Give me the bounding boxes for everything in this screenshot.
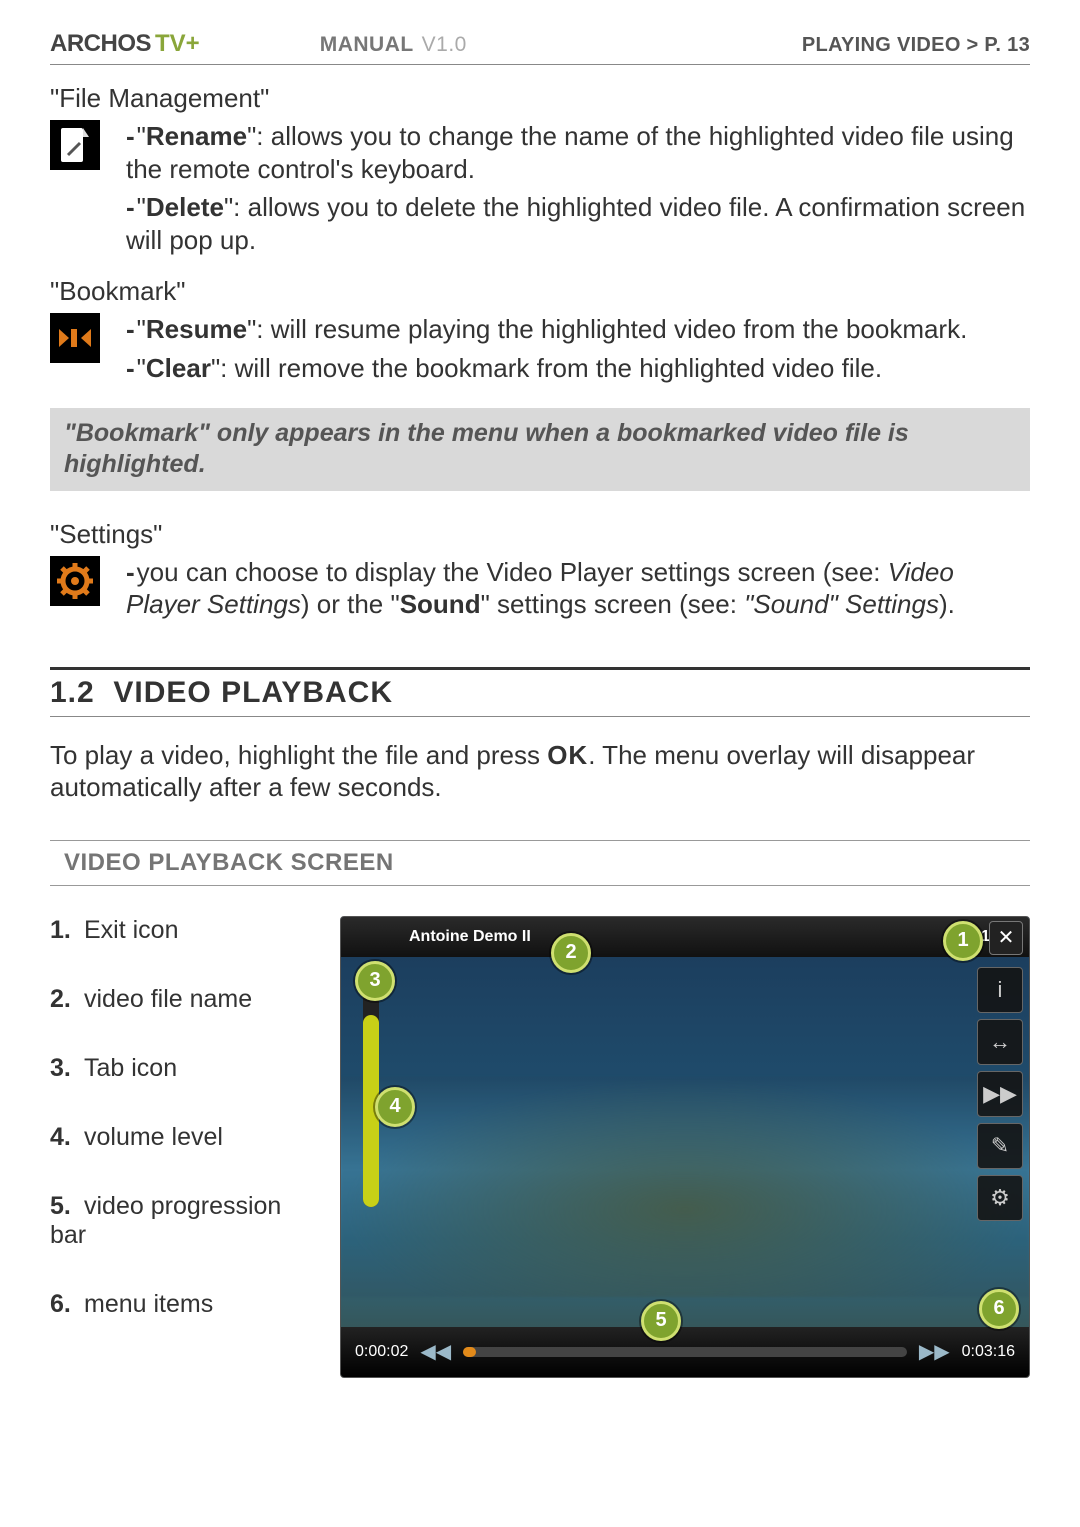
progress-fill (463, 1347, 476, 1357)
divider-thick (50, 667, 1030, 670)
ok-key: OK (547, 740, 588, 770)
rename-item: -"Rename": allows you to change the name… (126, 120, 1030, 185)
info-icon: i (977, 967, 1023, 1013)
callout-1: 1 (943, 921, 983, 961)
rewind-icon: ◀◀ (420, 1339, 451, 1364)
dash-icon: - (126, 121, 135, 151)
rename-text: ": allows you to change the name of the … (126, 121, 1014, 184)
forward-icon: ▶▶ (919, 1339, 950, 1364)
manual-word: MANUAL (320, 33, 414, 56)
page-header: ARCHOS TV+ MANUAL V1.0 PLAYING VIDEO > P… (50, 30, 1030, 65)
settings-menu-icon: ⚙ (977, 1175, 1023, 1221)
label-6: menu items (84, 1290, 213, 1318)
delete-text: ": allows you to delete the highlighted … (126, 192, 1025, 255)
settings-link-2: "Sound" Settings (744, 589, 939, 619)
body-before: To play a video, highlight the file and … (50, 740, 547, 770)
bookmark-items: -"Resume": will resume playing the highl… (126, 313, 967, 390)
delete-label: Delete (146, 192, 224, 222)
file-icon (50, 120, 100, 170)
subheading-playback-screen: VIDEO PLAYBACK SCREEN (50, 840, 1030, 886)
video-player-screenshot: ✕ Antoine Demo II 15 48 i ↔ ▶▶ ✎ ⚙ 0:00:… (340, 916, 1030, 1378)
close-icon: ✕ (989, 921, 1023, 955)
num-5: 5. (50, 1192, 74, 1221)
list-item: 5.video progression bar (50, 1192, 310, 1250)
num-4: 4. (50, 1123, 74, 1152)
settings-text-after: " settings screen (see: (481, 589, 745, 619)
settings-text-end: ). (939, 589, 955, 619)
brand-archos: ARCHOS (50, 30, 151, 58)
progress-track (463, 1347, 907, 1357)
divider-thin (50, 716, 1030, 717)
section-title: VIDEO PLAYBACK (113, 676, 393, 709)
label-2: video file name (84, 985, 252, 1013)
list-item: 6. menu items (50, 1290, 310, 1319)
num-6: 6. (50, 1290, 74, 1319)
list-item: 1. Exit icon (50, 916, 310, 945)
clear-text: ": will remove the bookmark from the hig… (211, 353, 882, 383)
brand-tvplus: TV+ (155, 30, 200, 58)
list-item: 3. Tab icon (50, 1054, 310, 1083)
label-3: Tab icon (84, 1054, 177, 1082)
file-management-items: -"Rename": allows you to change the name… (126, 120, 1030, 262)
file-management-row: -"Rename": allows you to change the name… (50, 120, 1030, 262)
section-number: 1.2 (50, 676, 95, 709)
settings-title: "Settings" (50, 519, 1030, 550)
section-1-2-body: To play a video, highlight the file and … (50, 739, 1030, 804)
delete-item: -"Delete": allows you to delete the high… (126, 191, 1030, 256)
bookmark-icon (50, 313, 100, 363)
speed-icon: ▶▶ (977, 1071, 1023, 1117)
num-3: 3. (50, 1054, 74, 1083)
callout-6: 6 (979, 1289, 1019, 1329)
callout-3: 3 (355, 961, 395, 1001)
list-item: 4. volume level (50, 1123, 310, 1152)
manual-label: MANUAL V1.0 (320, 33, 467, 57)
callout-5: 5 (641, 1301, 681, 1341)
settings-row: -you can choose to display the Video Pla… (50, 556, 1030, 627)
page-section-pointer: PLAYING VIDEO > P. 13 (802, 34, 1030, 57)
bookmark-set-icon: ✎ (977, 1123, 1023, 1169)
settings-sound-bold: Sound (400, 589, 481, 619)
video-content-backdrop (341, 1077, 1029, 1297)
file-management-title: "File Management" (50, 83, 1030, 114)
dash-icon: - (126, 557, 135, 587)
resume-label: Resume (146, 314, 247, 344)
progress-bar-row: 0:00:02 ◀◀ ▶▶ 0:03:16 (341, 1327, 1029, 1377)
num-2: 2. (50, 985, 74, 1014)
callout-2: 2 (551, 933, 591, 973)
label-5: video progression bar (50, 1192, 281, 1249)
resume-item: -"Resume": will resume playing the highl… (126, 313, 967, 346)
label-1: Exit icon (84, 916, 178, 944)
resume-text: ": will resume playing the highlighted v… (247, 314, 967, 344)
video-title: Antoine Demo II (409, 928, 531, 946)
rename-label: Rename (146, 121, 247, 151)
settings-text-1: you can choose to display the Video Play… (137, 557, 888, 587)
player-topbar: Antoine Demo II 15 48 (341, 917, 1029, 957)
resize-icon: ↔ (977, 1019, 1023, 1065)
callout-list: 1. Exit icon 2. video file name 3. Tab icon… (50, 916, 310, 1359)
num-1: 1. (50, 916, 74, 945)
section-1-2-heading: 1.2 VIDEO PLAYBACK (50, 676, 1030, 710)
dash-icon: - (126, 314, 135, 344)
time-total: 0:03:16 (962, 1343, 1015, 1361)
bookmark-note: "Bookmark" only appears in the menu when… (50, 408, 1030, 491)
time-elapsed: 0:00:02 (355, 1343, 408, 1361)
settings-items: -you can choose to display the Video Pla… (126, 556, 1030, 627)
bookmark-row: -"Resume": will resume playing the highl… (50, 313, 1030, 390)
player-right-menu: i ↔ ▶▶ ✎ ⚙ (977, 967, 1023, 1221)
settings-item: -you can choose to display the Video Pla… (126, 556, 1030, 621)
playback-screen-layout: 1. Exit icon 2. video file name 3. Tab icon… (50, 916, 1030, 1378)
dash-icon: - (126, 353, 135, 383)
manual-page: ARCHOS TV+ MANUAL V1.0 PLAYING VIDEO > P… (0, 0, 1080, 1428)
list-item: 2. video file name (50, 985, 310, 1014)
settings-gear-icon (50, 556, 100, 606)
settings-text-mid: ) or the " (301, 589, 400, 619)
manual-version: V1.0 (422, 33, 467, 56)
clear-label: Clear (146, 353, 211, 383)
clear-item: -"Clear": will remove the bookmark from … (126, 352, 967, 385)
volume-track (363, 967, 379, 1207)
bookmark-title: "Bookmark" (50, 276, 1030, 307)
label-4: volume level (84, 1123, 223, 1151)
callout-4: 4 (375, 1087, 415, 1127)
dash-icon: - (126, 192, 135, 222)
